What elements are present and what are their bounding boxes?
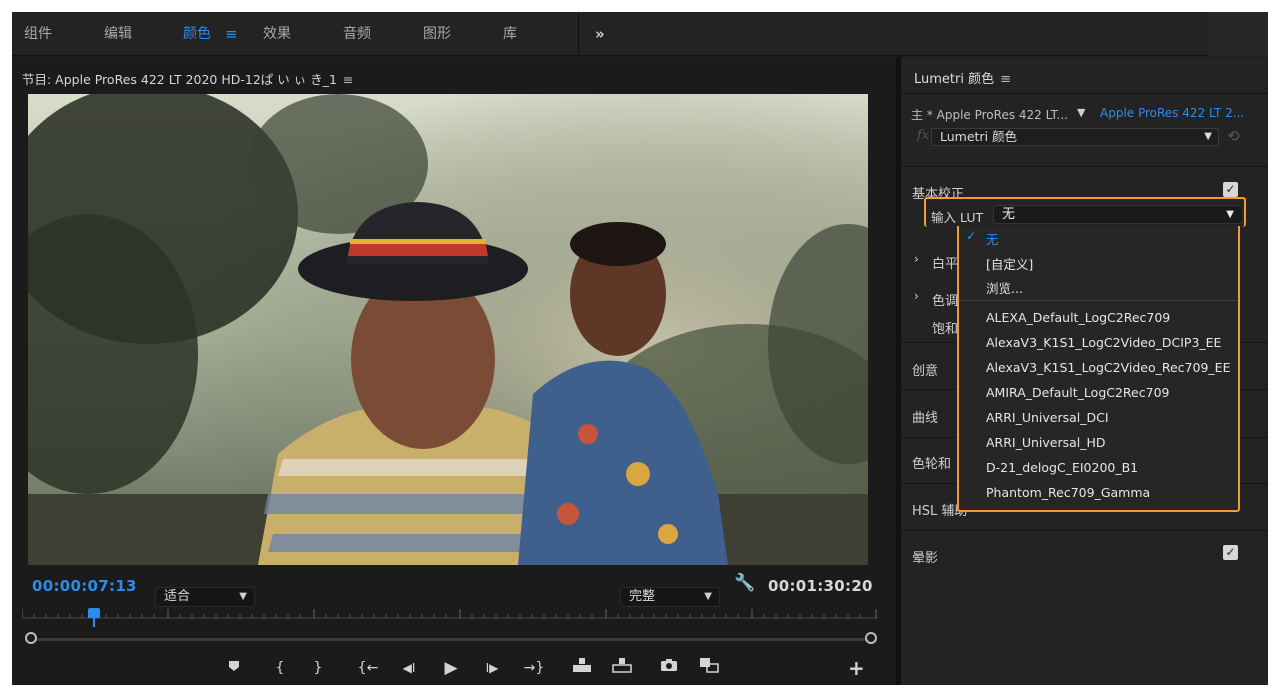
export-frame-button[interactable] — [657, 657, 681, 679]
wrench-icon[interactable]: 🔧 — [734, 573, 755, 593]
fit-dropdown[interactable]: 适合 ▼ — [155, 587, 255, 607]
lut-option[interactable]: AMIRA_Default_LogC2Rec709 — [986, 385, 1169, 400]
chevron-down-icon: ▼ — [1204, 131, 1212, 142]
lut-option[interactable]: ARRI_Universal_HD — [986, 435, 1106, 450]
lumetri-menu-icon[interactable]: ≡ — [1000, 72, 1011, 87]
lumetri-title-text: Lumetri 颜色 — [914, 72, 995, 87]
reset-icon[interactable]: ⟲ — [1227, 127, 1240, 145]
program-title-text: 节目: Apple ProRes 422 LT 2020 HD-12ぱ い ぃ … — [22, 72, 337, 87]
tone-label[interactable]: 色调 — [932, 290, 958, 309]
fx-icon[interactable]: fx — [917, 128, 929, 143]
workspace-menu-icon[interactable]: ≡ — [225, 12, 238, 56]
tab-audio[interactable]: 音频 — [343, 12, 371, 56]
lift-icon — [573, 658, 591, 672]
compare-icon — [700, 658, 719, 673]
compare-view-button[interactable] — [697, 657, 721, 679]
input-lut-label: 输入 LUT — [931, 210, 984, 225]
workspace-divider — [578, 12, 579, 56]
playhead-line — [93, 617, 95, 627]
more-workspaces-icon[interactable]: » — [595, 12, 605, 56]
workspace-bar-end — [1208, 12, 1268, 56]
effect-instance-dropdown[interactable]: Lumetri 颜色 ▼ — [931, 128, 1219, 146]
basic-correction-checkbox[interactable]: ✓ — [1223, 182, 1238, 197]
lift-button[interactable] — [570, 657, 594, 679]
lut-option[interactable]: D-21_delogC_EI0200_B1 — [986, 460, 1138, 475]
lut-option[interactable]: AlexaV3_K1S1_LogC2Video_Rec709_EE — [986, 360, 1230, 375]
lumetri-header: Lumetri 颜色 ≡ — [901, 57, 1268, 94]
go-to-out-button[interactable]: →} — [521, 657, 547, 679]
input-lut-value: 无 — [1002, 207, 1016, 222]
program-menu-icon[interactable]: ≡ — [343, 72, 353, 87]
tab-color[interactable]: 颜色 — [183, 12, 211, 56]
program-monitor: 节目: Apple ProRes 422 LT 2020 HD-12ぱ い ぃ … — [12, 57, 896, 685]
current-timecode[interactable]: 00:00:07:13 — [32, 577, 137, 595]
sequence-clip-tab[interactable]: Apple ProRes 422 LT 2... — [1100, 106, 1244, 120]
lut-option[interactable]: Phantom_Rec709_Gamma — [986, 485, 1150, 500]
time-ruler[interactable] — [22, 605, 878, 619]
menu-divider — [959, 300, 1238, 301]
lut-option[interactable]: ARRI_Universal_DCI — [986, 410, 1109, 425]
input-lut-dropdown[interactable]: 无 ▼ — [993, 205, 1243, 224]
lut-option[interactable]: ALEXA_Default_LogC2Rec709 — [986, 310, 1170, 325]
chevron-down-icon: ▼ — [704, 591, 712, 602]
workspace-bar: 组件 编辑 颜色 ≡ 效果 音频 图形 库 » — [12, 12, 1268, 56]
vignette-checkbox[interactable]: ✓ — [1223, 545, 1238, 560]
playback-resolution-dropdown[interactable]: 完整 ▼ — [620, 587, 720, 607]
button-editor-add-button[interactable]: + — [848, 657, 865, 679]
lut-option-none[interactable]: 无 — [986, 229, 999, 248]
section-divider — [901, 166, 1268, 167]
section-color-wheels[interactable]: 色轮和 — [912, 453, 951, 472]
resolution-dropdown-value: 完整 — [629, 589, 656, 604]
chevron-down-icon: ▼ — [1226, 209, 1234, 220]
lut-option-custom[interactable]: [自定义] — [986, 254, 1033, 273]
effect-instance-value: Lumetri 颜色 — [940, 129, 1018, 144]
duration-timecode: 00:01:30:20 — [768, 577, 873, 595]
saturation-label: 饱和 — [932, 322, 959, 337]
chevron-down-icon: ▼ — [239, 591, 247, 602]
lut-option[interactable]: AlexaV3_K1S1_LogC2Video_DCIP3_EE — [986, 335, 1221, 350]
tab-editing[interactable]: 编辑 — [104, 12, 132, 56]
chevron-right-icon[interactable]: › — [914, 289, 919, 303]
extract-icon — [612, 658, 632, 673]
extract-button[interactable] — [610, 657, 634, 679]
fit-dropdown-value: 适合 — [164, 589, 191, 604]
master-clip-tab[interactable]: 主 * Apple ProRes 422 LT... — [911, 106, 1068, 123]
zoom-end-handle[interactable] — [865, 632, 877, 644]
tab-effects[interactable]: 效果 — [263, 12, 291, 56]
program-monitor-title: 节目: Apple ProRes 422 LT 2020 HD-12ぱ い ぃ … — [22, 69, 353, 88]
add-marker-button[interactable] — [224, 657, 244, 679]
zoom-scrollbar[interactable] — [32, 638, 868, 641]
chevron-down-icon[interactable]: ▼ — [1077, 106, 1085, 119]
section-vignette[interactable]: 晕影 — [912, 547, 938, 566]
tab-graphics[interactable]: 图形 — [423, 12, 451, 56]
tab-libraries[interactable]: 库 — [503, 12, 517, 56]
section-divider — [901, 530, 1268, 531]
white-balance-label[interactable]: 白平 — [932, 253, 958, 272]
camera-icon — [661, 659, 677, 671]
input-lut-menu: ✓ 无 [自定义] 浏览... ALEXA_Default_LogC2Rec70… — [957, 226, 1240, 512]
marker-icon — [229, 661, 239, 671]
play-button[interactable]: ▶ — [440, 657, 462, 679]
chevron-right-icon[interactable]: › — [914, 252, 919, 266]
video-frame-image — [28, 94, 868, 565]
mark-in-button[interactable]: { — [270, 657, 290, 679]
tab-assembly[interactable]: 组件 — [24, 12, 52, 56]
video-frame — [28, 94, 868, 565]
go-to-in-button[interactable]: {← — [355, 657, 381, 679]
step-forward-button[interactable]: I▶ — [480, 657, 504, 679]
lumetri-title: Lumetri 颜色 ≡ — [914, 68, 1011, 87]
zoom-start-handle[interactable] — [25, 632, 37, 644]
section-creative[interactable]: 创意 — [912, 360, 938, 379]
section-curves[interactable]: 曲线 — [912, 407, 938, 426]
step-back-button[interactable]: ◀I — [397, 657, 421, 679]
lut-option-browse[interactable]: 浏览... — [986, 278, 1023, 297]
mark-out-button[interactable]: } — [308, 657, 328, 679]
checkmark-icon: ✓ — [966, 229, 977, 243]
